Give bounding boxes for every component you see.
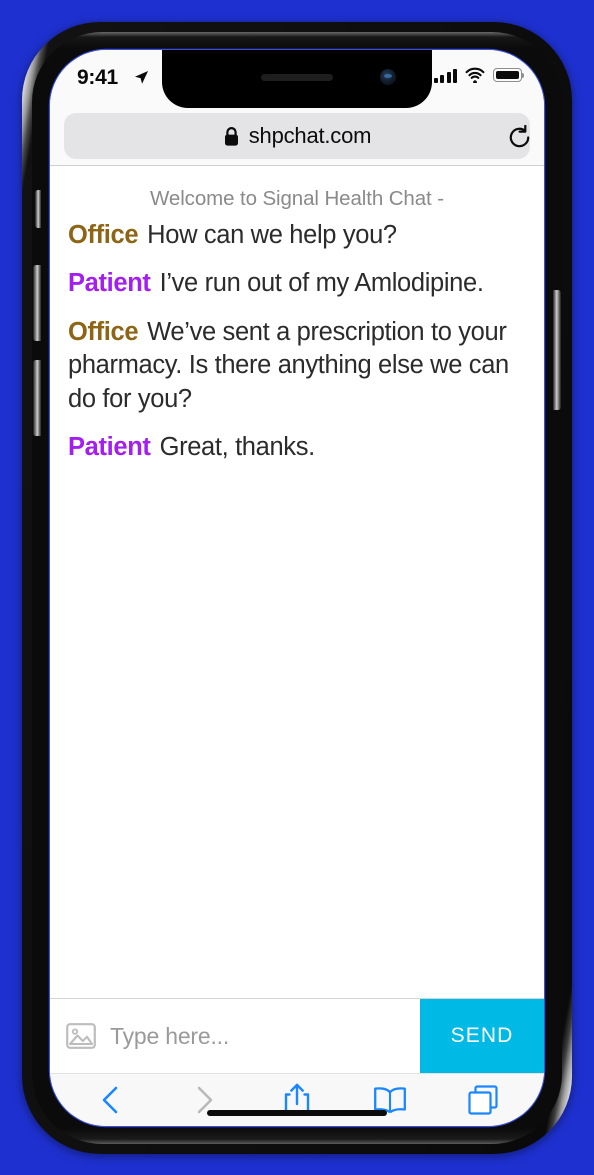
- page-background: 9:41 shpchat.com Welcome to Signal Healt…: [0, 0, 594, 1175]
- power-button[interactable]: [553, 290, 561, 410]
- phone-screen: 9:41 shpchat.com Welcome to Signal Healt…: [50, 50, 544, 1126]
- front-camera-icon: [380, 69, 396, 85]
- chat-message: Patient I’ve run out of my Amlodipine.: [68, 267, 526, 300]
- address-bar-divider: [50, 165, 544, 166]
- chat-message-list: Office How can we help you? Patient I’ve r…: [50, 211, 544, 464]
- chat-message-sender: Office: [68, 221, 139, 249]
- chat-message-text: How can we help you?: [147, 221, 397, 249]
- chat-message-sender: Office: [68, 317, 139, 346]
- mute-switch-button[interactable]: [35, 190, 41, 228]
- volume-down-button[interactable]: [33, 360, 41, 436]
- tabs-icon[interactable]: [457, 1079, 509, 1121]
- back-icon[interactable]: [85, 1079, 137, 1121]
- home-indicator[interactable]: [207, 1110, 387, 1116]
- volume-up-button[interactable]: [33, 265, 41, 341]
- device-notch: [162, 50, 432, 108]
- address-bar-url: shpchat.com: [248, 123, 372, 148]
- browser-address-bar-container: shpchat.com: [50, 108, 544, 166]
- chat-message-sender: Patient: [68, 269, 151, 298]
- lock-icon: [223, 126, 240, 147]
- chat-message: Office We’ve sent a prescription to your …: [68, 316, 526, 416]
- cellular-signal-icon: [433, 68, 457, 83]
- location-arrow-icon: [134, 70, 149, 84]
- chat-message-text: Great, thanks.: [159, 432, 316, 461]
- chat-page: Welcome to Signal Health Chat - Office Ho…: [50, 166, 544, 998]
- composer-input-area[interactable]: [50, 999, 420, 1073]
- chat-message-text: I’ve run out of my Amlodipine.: [159, 269, 484, 298]
- chat-welcome-message: Welcome to Signal Health Chat -: [150, 187, 444, 210]
- image-attachment-icon[interactable]: [66, 1023, 96, 1049]
- chat-message-sender: Patient: [68, 432, 151, 461]
- status-bar-time: 9:41: [77, 66, 118, 89]
- reload-icon[interactable]: [506, 124, 532, 150]
- message-input[interactable]: [108, 1021, 420, 1051]
- battery-full-icon: [493, 68, 525, 82]
- message-composer: SEND: [50, 998, 544, 1073]
- send-button[interactable]: SEND: [420, 999, 544, 1073]
- browser-bottom-toolbar: [50, 1073, 544, 1126]
- chat-message: Patient Great, thanks.: [68, 431, 526, 464]
- address-bar[interactable]: shpchat.com: [64, 113, 530, 159]
- status-bar-indicators: [433, 67, 525, 83]
- chat-message: Office How can we help you?: [68, 219, 526, 252]
- earpiece-speaker: [261, 74, 333, 81]
- wifi-icon: [465, 67, 485, 83]
- phone-device-frame: 9:41 shpchat.com Welcome to Signal Healt…: [22, 22, 572, 1154]
